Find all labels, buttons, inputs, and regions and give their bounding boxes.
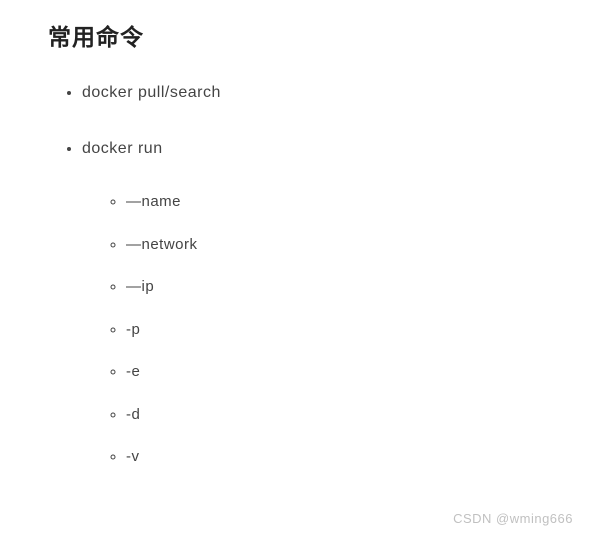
- list-item: —ip: [126, 276, 543, 299]
- list-item: —name: [126, 191, 543, 214]
- command-list: docker pull/search docker run —name —net…: [48, 80, 543, 469]
- page-title: 常用命令: [48, 18, 543, 52]
- list-item: docker pull/search: [82, 80, 543, 106]
- list-item-text: —name: [126, 193, 181, 210]
- list-item-text: docker run: [82, 140, 163, 157]
- list-item-text: —ip: [126, 278, 154, 295]
- list-item: -p: [126, 319, 543, 342]
- list-item-text: -p: [126, 321, 140, 338]
- list-item: -v: [126, 446, 543, 469]
- list-item: —network: [126, 234, 543, 257]
- list-item: -e: [126, 361, 543, 384]
- list-item: -d: [126, 404, 543, 427]
- list-item-text: docker pull/search: [82, 84, 221, 101]
- option-list: —name —network —ip -p -e -d -v: [82, 191, 543, 469]
- list-item: docker run —name —network —ip -p -e -d -…: [82, 136, 543, 469]
- watermark: CSDN @wming666: [453, 511, 573, 526]
- list-item-text: —network: [126, 236, 198, 253]
- list-item-text: -v: [126, 448, 140, 465]
- list-item-text: -d: [126, 406, 140, 423]
- list-item-text: -e: [126, 363, 140, 380]
